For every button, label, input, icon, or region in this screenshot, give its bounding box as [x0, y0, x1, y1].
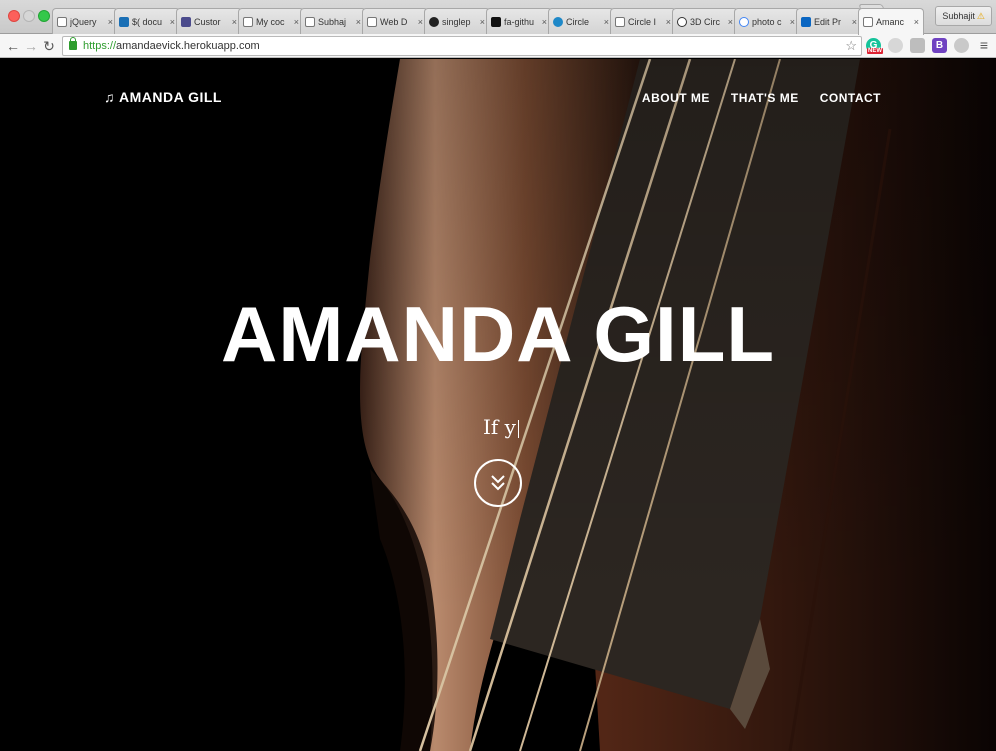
- browser-tab[interactable]: 3D Circ ×: [672, 8, 738, 34]
- back-arrow-icon[interactable]: ←: [4, 36, 22, 56]
- music-note-icon: ♫: [104, 89, 115, 105]
- nav-link-contact[interactable]: CONTACT: [820, 91, 881, 105]
- close-icon[interactable]: ×: [294, 17, 299, 27]
- page-icon: [863, 17, 873, 27]
- tab-title: Circle I: [628, 16, 657, 27]
- close-window-button[interactable]: [8, 10, 20, 22]
- page-icon: [57, 16, 67, 27]
- close-icon[interactable]: ×: [480, 17, 485, 27]
- browser-tab[interactable]: photo c ×: [734, 8, 800, 34]
- warning-icon: ⚠: [976, 11, 985, 21]
- browser-tab[interactable]: Web D ×: [362, 8, 428, 34]
- hero-tagline: If y: [483, 415, 519, 439]
- close-icon[interactable]: ×: [170, 17, 175, 27]
- new-badge: NEW: [867, 48, 883, 54]
- forward-arrow-icon[interactable]: →: [22, 36, 40, 56]
- menu-icon[interactable]: ≡: [978, 37, 990, 53]
- tab-title: jQuery: [70, 16, 97, 27]
- extension-icon[interactable]: [888, 38, 903, 53]
- browser-tab[interactable]: Circle I ×: [610, 8, 676, 34]
- tab-title: Circle: [566, 16, 590, 27]
- close-icon[interactable]: ×: [108, 17, 113, 27]
- jquery-icon: [119, 16, 129, 27]
- linkedin-icon: [801, 16, 811, 27]
- flag-icon: [491, 16, 501, 27]
- close-icon[interactable]: ×: [666, 17, 671, 27]
- brand-name: AMANDA GILL: [119, 89, 222, 105]
- close-icon[interactable]: ×: [542, 17, 547, 27]
- page-icon: [305, 16, 315, 27]
- close-icon[interactable]: ×: [852, 17, 857, 27]
- url-host: amandaevick.herokuapp.com: [116, 40, 260, 52]
- tab-title: singlep: [442, 16, 471, 27]
- site-brand[interactable]: ♫ AMANDA GILL: [104, 89, 222, 105]
- grammarly-icon[interactable]: G NEW: [866, 38, 883, 54]
- circle-icon: [553, 16, 563, 27]
- reload-icon[interactable]: ↻: [40, 36, 58, 56]
- tab-title: Amanc: [876, 17, 905, 27]
- profile-name: Subhajit: [942, 11, 975, 21]
- extension-icon[interactable]: [954, 38, 969, 53]
- browser-tab[interactable]: Custor ×: [176, 8, 242, 34]
- maximize-window-button[interactable]: [38, 10, 50, 22]
- tab-title: photo c: [752, 16, 782, 27]
- close-icon[interactable]: ×: [728, 17, 733, 27]
- browser-tab-active[interactable]: Amanc ×: [858, 8, 924, 35]
- tab-title: fa-githu: [504, 16, 535, 27]
- scroll-down-button[interactable]: [474, 459, 522, 507]
- browser-tab[interactable]: Edit Pr ×: [796, 8, 862, 34]
- double-chevron-down-icon: [491, 475, 505, 491]
- nav-link-about-me[interactable]: ABOUT ME: [642, 91, 710, 105]
- tab-title: 3D Circ: [690, 16, 721, 27]
- lock-icon: [69, 37, 77, 50]
- close-icon[interactable]: ×: [356, 17, 361, 27]
- browser-tab[interactable]: singlep ×: [424, 8, 490, 34]
- tab-list: jQuery × $( docu × Custor × My coc × Sub…: [52, 8, 932, 35]
- page-icon: [367, 16, 377, 27]
- browser-toolbar: ← → ↻ https://amandaevick.herokuapp.com …: [0, 34, 996, 58]
- browser-tab[interactable]: jQuery ×: [52, 8, 118, 34]
- tab-title: Custor: [194, 16, 221, 27]
- close-icon[interactable]: ×: [232, 17, 237, 27]
- browser-tab[interactable]: fa-githu ×: [486, 8, 552, 34]
- tab-title: Subhaj: [318, 16, 347, 27]
- url-scheme: https://: [83, 40, 117, 52]
- close-icon[interactable]: ×: [604, 17, 609, 27]
- page-icon: [615, 16, 625, 27]
- extension-icon[interactable]: [910, 38, 925, 53]
- profile-button[interactable]: Subhajit ⚠: [935, 6, 992, 26]
- address-bar[interactable]: https://amandaevick.herokuapp.com ☆: [62, 36, 862, 56]
- codepen-icon: [677, 16, 687, 27]
- tab-title: My coc: [256, 16, 285, 27]
- browser-tab[interactable]: Subhaj ×: [300, 8, 366, 34]
- github-icon: [429, 16, 439, 27]
- html-icon: [181, 16, 191, 27]
- close-icon[interactable]: ×: [418, 17, 423, 27]
- nav-link-thats-me[interactable]: THAT'S ME: [731, 91, 799, 105]
- page-icon: [243, 16, 253, 27]
- tab-title: Web D: [380, 16, 408, 27]
- browser-tab[interactable]: $( docu ×: [114, 8, 180, 34]
- google-icon: [739, 16, 749, 27]
- browser-tab[interactable]: Circle ×: [548, 8, 614, 34]
- bookmark-star-icon[interactable]: ☆: [845, 37, 857, 55]
- tab-title: Edit Pr: [814, 16, 842, 27]
- close-icon[interactable]: ×: [914, 17, 919, 27]
- minimize-window-button[interactable]: [23, 10, 35, 22]
- site-nav: ABOUT ME THAT'S ME CONTACT: [621, 91, 881, 105]
- hero-section: ♫ AMANDA GILL ABOUT ME THAT'S ME CONTACT…: [0, 59, 996, 751]
- close-icon[interactable]: ×: [790, 17, 795, 27]
- cello-background-image: [0, 59, 996, 751]
- tab-title: $( docu: [132, 16, 163, 27]
- bootstrap-icon[interactable]: B: [932, 38, 947, 53]
- hero-headline: AMANDA GILL: [220, 290, 776, 378]
- browser-tab[interactable]: My coc ×: [238, 8, 304, 34]
- browser-tab-strip: jQuery × $( docu × Custor × My coc × Sub…: [0, 0, 996, 35]
